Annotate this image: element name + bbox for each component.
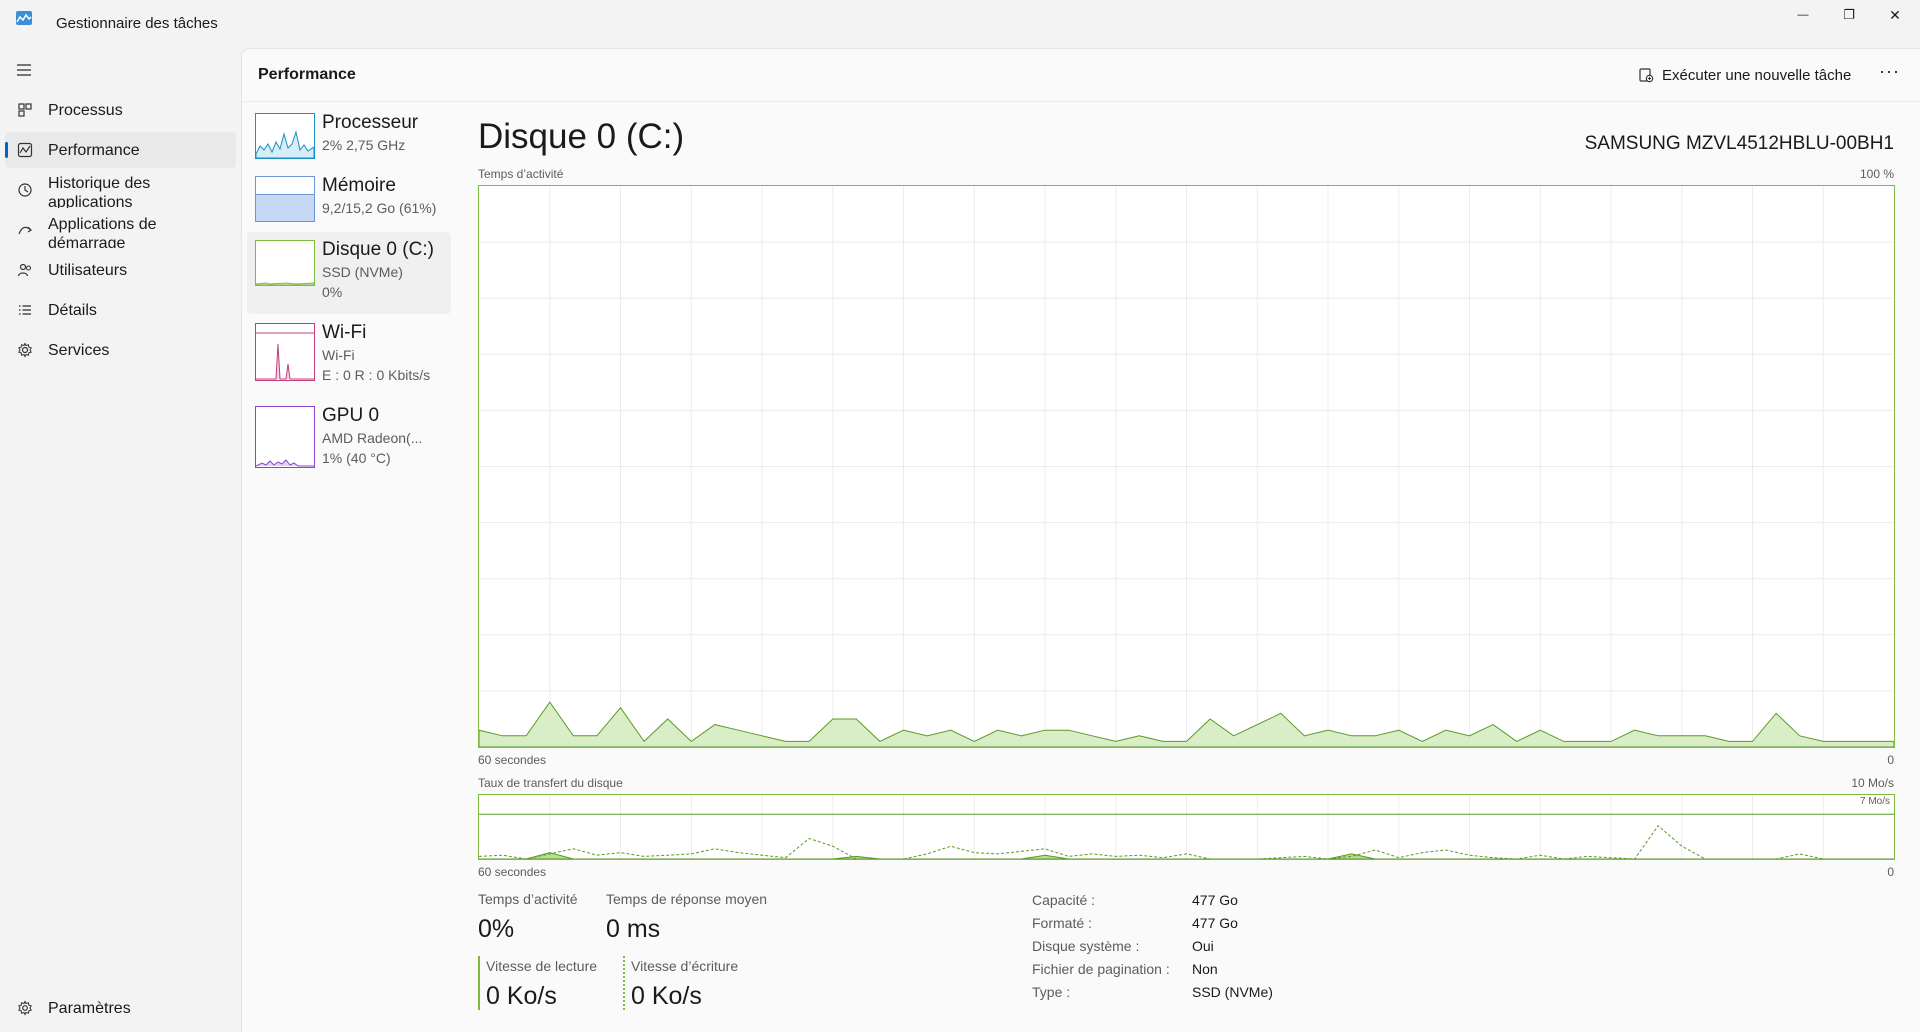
prop-system-disk-label: Disque système :: [1032, 938, 1140, 954]
settings-label: Paramètres: [48, 1000, 131, 1017]
device-name: Disque 0 (C:): [322, 239, 434, 260]
restore-button[interactable]: ❐: [1826, 0, 1872, 30]
activity-stat-label: Temps d’activité: [478, 891, 578, 907]
sidebar-item-performance[interactable]: Performance: [5, 132, 236, 168]
device-disk[interactable]: Disque 0 (C:) SSD (NVMe) 0%: [247, 232, 451, 314]
prop-pagefile-value: Non: [1192, 961, 1218, 977]
device-name: Processeur: [322, 112, 419, 133]
page-title: Performance: [258, 66, 356, 83]
device-detail: SSD (NVMe): [322, 264, 403, 280]
users-icon: [17, 263, 32, 277]
gpu-thumbnail: [255, 406, 315, 468]
prop-system-disk-value: Oui: [1192, 938, 1214, 954]
startup-icon: [18, 226, 32, 235]
device-name: Mémoire: [322, 175, 396, 196]
services-icon: [18, 342, 32, 358]
processes-icon: [18, 103, 32, 117]
sidebar-item-label: Performance: [48, 142, 140, 159]
minimize-icon: —: [1797, 9, 1809, 21]
sidebar-item-users[interactable]: Utilisateurs: [5, 252, 236, 288]
read-speed-label: Vitesse de lecture: [486, 958, 598, 974]
memory-thumbnail: [255, 176, 315, 222]
prop-formatted-label: Formaté :: [1032, 915, 1092, 931]
device-detail: AMD Radeon(...: [322, 430, 423, 446]
disk-thumbnail: [255, 240, 315, 286]
device-throughput: E : 0 R : 0 Kbits/s: [322, 367, 431, 383]
transfer-chart-plot: [478, 795, 1894, 860]
prop-type-label: Type :: [1032, 984, 1071, 1000]
history-icon: [18, 183, 32, 197]
sidebar-item-label: Détails: [48, 302, 97, 319]
activity-x-right: 0: [1887, 753, 1894, 767]
settings-button[interactable]: Paramètres: [5, 990, 236, 1026]
prop-formatted-value: 477 Go: [1192, 915, 1238, 931]
cpu-thumbnail: [255, 113, 315, 159]
more-options-button[interactable]: ···: [1879, 61, 1900, 82]
sidebar-item-details[interactable]: Détails: [5, 292, 236, 328]
details-icon: [19, 305, 31, 315]
activity-chart-plot: [478, 186, 1895, 748]
activity-chart-label: Temps d’activité: [478, 167, 564, 181]
response-stat-value: 0 ms: [606, 915, 661, 943]
performance-icon: [17, 142, 33, 158]
device-usage: 0%: [322, 284, 343, 300]
prop-type-value: SSD (NVMe): [1192, 984, 1273, 1000]
activity-chart: [478, 185, 1895, 748]
disk-title: Disque 0 (C:): [478, 117, 685, 156]
disk-model: SAMSUNG MZVL4512HBLU-00BH1: [1584, 133, 1894, 154]
write-speed-label: Vitesse d’écriture: [631, 958, 739, 974]
response-stat-label: Temps de réponse moyen: [606, 891, 768, 907]
prop-capacity-label: Capacité :: [1032, 892, 1096, 908]
task-manager-icon: [16, 11, 32, 25]
sidebar-item-startup[interactable]: Applications de démarrage: [5, 212, 236, 248]
close-icon: ✕: [1889, 6, 1901, 23]
app-title: Gestionnaire des tâches: [56, 15, 218, 32]
sidebar-item-label: Processus: [48, 102, 123, 119]
transfer-chart-label: Taux de transfert du disque: [478, 776, 623, 790]
device-detail: Wi-Fi: [322, 347, 355, 363]
write-speed-value: 0 Ko/s: [631, 982, 702, 1010]
title-bar: Gestionnaire des tâches — ❐ ✕: [0, 0, 1920, 48]
transfer-chart: 7 Mo/s: [478, 794, 1895, 860]
read-legend-bar: [478, 956, 480, 1010]
close-button[interactable]: ✕: [1872, 0, 1918, 30]
sidebar-nav: Processus Performance Historique des app…: [0, 48, 241, 1032]
device-detail: 9,2/15,2 Go (61%): [322, 200, 437, 216]
device-gpu[interactable]: GPU 0 AMD Radeon(... 1% (40 °C): [247, 398, 451, 480]
write-legend-bar: [623, 956, 625, 1010]
main-panel: Performance Exécuter une nouvelle tâche …: [241, 48, 1920, 1032]
device-name: Wi-Fi: [322, 322, 367, 343]
device-name: GPU 0: [322, 405, 380, 426]
activity-x-left: 60 secondes: [478, 753, 547, 767]
read-speed-value: 0 Ko/s: [486, 982, 557, 1010]
transfer-chart-max: 10 Mo/s: [1851, 776, 1894, 790]
restore-icon: ❐: [1843, 7, 1855, 22]
transfer-x-left: 60 secondes: [478, 865, 547, 879]
prop-capacity-value: 477 Go: [1192, 892, 1238, 908]
run-task-label: Exécuter une nouvelle tâche: [1662, 66, 1852, 84]
run-task-icon: [1639, 68, 1654, 83]
device-wifi[interactable]: Wi-Fi Wi-Fi E : 0 R : 0 Kbits/s: [247, 315, 451, 397]
activity-chart-max: 100 %: [1859, 167, 1894, 181]
gear-icon: [18, 1000, 32, 1016]
device-detail: 2% 2,75 GHz: [322, 137, 406, 153]
minimize-button[interactable]: —: [1780, 0, 1826, 30]
sidebar-item-services[interactable]: Services: [5, 332, 236, 368]
sidebar-item-history[interactable]: Historique des applications: [5, 172, 236, 208]
transfer-x-right: 0: [1887, 865, 1894, 879]
sidebar-item-label: Utilisateurs: [48, 262, 128, 279]
main-header: Performance Exécuter une nouvelle tâche …: [242, 49, 1920, 102]
transfer-ref-label: 7 Mo/s: [1859, 796, 1890, 807]
sidebar-item-label: Services: [48, 342, 110, 359]
prop-pagefile-label: Fichier de pagination :: [1032, 961, 1170, 977]
sidebar-item-label: Applications de démarrage: [48, 216, 157, 248]
sidebar-item-processus[interactable]: Processus: [5, 92, 236, 128]
wifi-thumbnail: [255, 323, 315, 381]
selection-indicator: [5, 142, 8, 158]
hamburger-menu-icon[interactable]: [14, 60, 34, 80]
device-usage: 1% (40 °C): [322, 450, 391, 466]
run-new-task-button[interactable]: Exécuter une nouvelle tâche: [1638, 64, 1851, 86]
activity-stat-value: 0%: [478, 915, 515, 943]
sidebar-item-label: Historique des applications: [48, 175, 151, 208]
